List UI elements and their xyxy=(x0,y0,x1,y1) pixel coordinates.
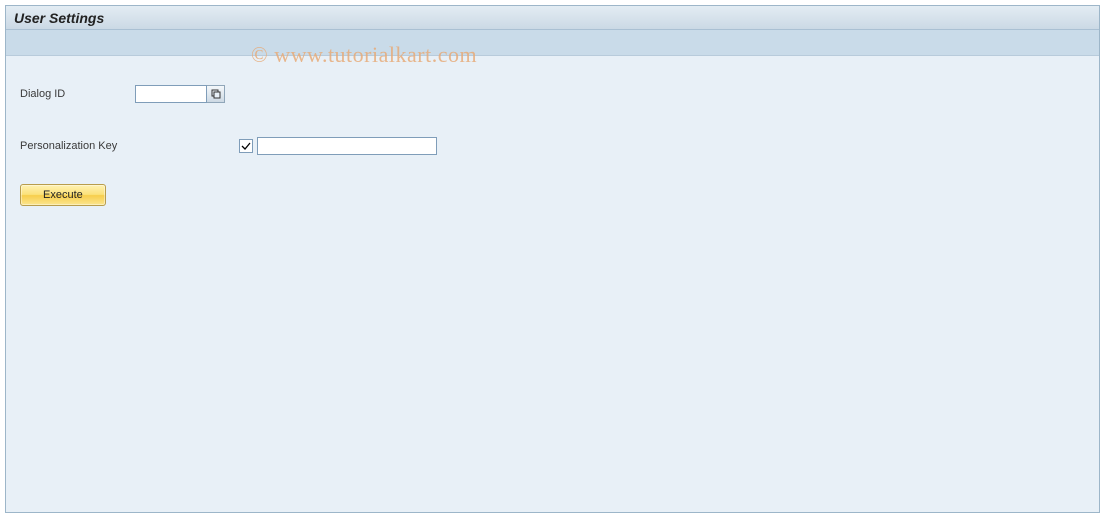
personalization-key-checkbox[interactable] xyxy=(239,139,253,153)
dialog-id-input-group xyxy=(135,85,225,103)
application-toolbar xyxy=(6,30,1099,56)
content-area: Dialog ID Personalization Key xyxy=(6,56,1099,512)
dialog-id-input[interactable] xyxy=(135,85,207,103)
dialog-id-label: Dialog ID xyxy=(20,88,135,100)
page-title: User Settings xyxy=(14,10,104,26)
title-bar: User Settings xyxy=(6,6,1099,30)
personalization-key-label: Personalization Key xyxy=(20,140,135,152)
window-frame: User Settings Dialog ID Personalization … xyxy=(5,5,1100,513)
personalization-key-input[interactable] xyxy=(257,137,437,155)
dialog-id-row: Dialog ID xyxy=(20,84,1085,104)
execute-button[interactable]: Execute xyxy=(20,184,106,206)
personalization-key-row: Personalization Key xyxy=(20,136,1085,156)
dialog-id-search-help-button[interactable] xyxy=(207,85,225,103)
search-help-icon xyxy=(211,89,221,99)
checkmark-icon xyxy=(241,141,251,151)
